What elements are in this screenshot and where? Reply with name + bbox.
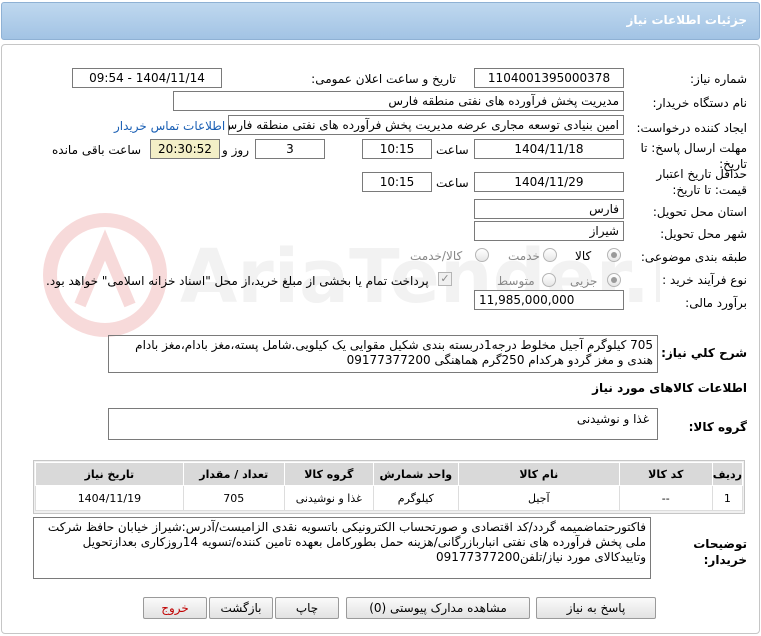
purchase-option-minor: جزیی	[570, 274, 598, 288]
announce-datetime-label: تاریخ و ساعت اعلان عمومی:	[311, 72, 456, 86]
price-validity-label: حداقل تاریخ اعتبار قیمت: تا تاریخ:	[656, 167, 747, 197]
buyer-org-label: نام دستگاه خریدار:	[652, 96, 748, 110]
category-radio-goods[interactable]	[607, 248, 621, 262]
buyer-notes-label: توضیحات خریدار:	[693, 537, 747, 567]
city-field: شیراز	[474, 221, 624, 241]
category-radio-service[interactable]	[543, 248, 557, 262]
col-name-header: نام کالا	[457, 462, 620, 486]
exit-button[interactable]: خروج	[143, 597, 207, 619]
city-label: شهر محل تحویل:	[660, 227, 747, 241]
category-option-goods: کالا	[575, 249, 592, 263]
category-option-service: خدمت	[508, 249, 540, 263]
col-quantity-header: تعداد / مقدار	[182, 462, 285, 486]
goods-section-title: اطلاعات کالاهای مورد نیاز	[592, 381, 747, 395]
purchase-option-medium: متوسط	[497, 274, 535, 288]
category-label: طبقه بندی موضوعی:	[640, 250, 747, 264]
reply-days-field: 3	[255, 139, 325, 159]
description-text: 705 کیلوگرم آجیل مخلوط درجه1دربسته بندی …	[108, 335, 658, 373]
cell-unit: کیلوگرم	[372, 485, 459, 511]
price-validity-time-label: ساعت	[436, 176, 469, 190]
goods-group-label: گروه کالا:	[688, 420, 747, 434]
reply-days-label: روز و	[222, 143, 249, 157]
reply-button[interactable]: پاسخ به نیاز	[536, 597, 656, 619]
purchase-radio-medium[interactable]	[542, 273, 556, 287]
reply-deadline-time: 10:15	[362, 139, 432, 159]
province-label: استان محل تحویل:	[652, 205, 747, 219]
table-row[interactable]: 1 -- آجیل کیلوگرم غذا و نوشیدنی 705 1404…	[35, 485, 744, 511]
cell-code: --	[618, 485, 713, 511]
items-table-frame: ردیف کد کالا نام کالا واحد شمارش گروه کا…	[33, 460, 745, 514]
cell-date: 1404/11/19	[35, 485, 184, 511]
estimate-field: 11,985,000,000	[474, 290, 624, 310]
remaining-time-field: 20:30:52	[150, 139, 220, 159]
items-table: ردیف کد کالا نام کالا واحد شمارش گروه کا…	[35, 462, 744, 511]
print-button[interactable]: چاپ	[275, 597, 339, 619]
need-number-label: شماره نیاز:	[690, 72, 747, 86]
announce-datetime-field: 1404/11/14 - 09:54	[72, 68, 222, 88]
remaining-time-label: ساعت باقی مانده	[52, 143, 142, 157]
buyer-contact-link[interactable]: اطلاعات تماس خریدار	[114, 119, 225, 133]
view-attachments-button[interactable]: مشاهده مدارک پیوستی (0)	[346, 597, 530, 619]
buyer-notes-text: فاکتورحتماضمیمه گردد/کد اقتصادی و صورتحس…	[33, 517, 651, 579]
goods-group-field: غذا و نوشیدنی	[108, 408, 658, 440]
treasury-checkbox[interactable]: ✓	[438, 272, 452, 286]
col-group-header: گروه کالا	[283, 462, 374, 486]
estimate-label: برآورد مالی:	[685, 296, 747, 310]
requester-field: امین بنیادی توسعه مجاری عرضه مدیریت پخش …	[228, 115, 624, 135]
col-unit-header: واحد شمارش	[372, 462, 459, 486]
purchase-radio-minor[interactable]	[607, 273, 621, 287]
cell-row-number: 1	[711, 485, 744, 511]
province-field: فارس	[474, 199, 624, 219]
cell-name: آجیل	[457, 485, 620, 511]
description-label: شرح کلي نياز:	[661, 346, 747, 360]
treasury-note: پرداخت تمام یا بخشی از مبلغ خرید،از محل …	[46, 274, 429, 288]
reply-time-label: ساعت	[436, 143, 469, 157]
title-bar: جزئیات اطلاعات نیاز	[1, 2, 760, 40]
price-validity-date: 1404/11/29	[474, 172, 624, 192]
items-table-header-row: ردیف کد کالا نام کالا واحد شمارش گروه کا…	[35, 462, 744, 486]
purchase-type-label: نوع فرآیند خرید :	[662, 273, 747, 287]
category-option-goods-service: کالا/خدمت	[410, 249, 463, 263]
need-number-field: 1104001395000378	[474, 68, 624, 88]
col-row-header: ردیف	[711, 462, 744, 486]
page-title: جزئیات اطلاعات نیاز	[626, 13, 747, 27]
category-radio-goods-service[interactable]	[475, 248, 489, 262]
price-validity-time: 10:15	[362, 172, 432, 192]
reply-deadline-date: 1404/11/18	[474, 139, 624, 159]
cell-group: غذا و نوشیدنی	[283, 485, 374, 511]
buyer-org-field: مدیریت پخش فرآورده های نفتی منطقه فارس	[173, 91, 624, 111]
cell-quantity: 705	[182, 485, 285, 511]
requester-label: ایجاد کننده درخواست:	[636, 121, 747, 135]
col-code-header: کد کالا	[618, 462, 713, 486]
back-button[interactable]: بازگشت	[209, 597, 273, 619]
col-date-header: تاریخ نیاز	[35, 462, 184, 486]
